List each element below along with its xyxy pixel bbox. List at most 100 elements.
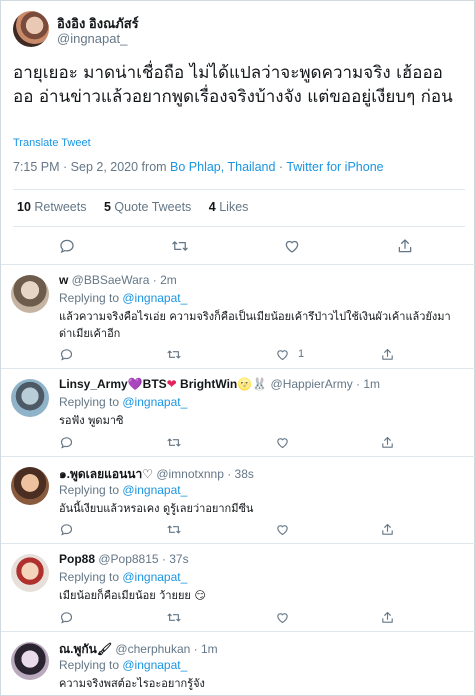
avatar[interactable]	[11, 467, 49, 505]
reply-header: w @BBSaeWara · 2m	[59, 273, 177, 287]
replying-to: Replying to @ingnapat_	[59, 570, 187, 584]
replying-to-label: Replying to	[59, 570, 123, 584]
divider	[1, 368, 475, 369]
reply-button[interactable]	[59, 520, 74, 538]
retweet-icon	[167, 350, 181, 358]
name-text: Linsy_Army	[59, 377, 128, 391]
avatar[interactable]	[11, 642, 49, 680]
replying-to-label: Replying to	[59, 395, 123, 409]
tweet-time[interactable]: 7:15 PM · Sep 2, 2020 from	[13, 160, 170, 174]
replying-to-handle[interactable]: @ingnapat_	[122, 658, 187, 672]
retweet-button[interactable]	[166, 608, 182, 626]
divider	[1, 456, 475, 457]
avatar[interactable]	[11, 554, 49, 592]
share-button[interactable]	[380, 433, 395, 451]
quotes-stat[interactable]: 5 Quote Tweets	[104, 200, 191, 214]
replying-to-handle[interactable]: @ingnapat_	[122, 483, 187, 497]
retweet-icon	[167, 613, 181, 621]
retweets-stat[interactable]: 10 Retweets	[17, 200, 87, 214]
reply-author-name[interactable]: ณ.พูกัน🖌	[59, 642, 112, 656]
retweet-button[interactable]	[166, 345, 182, 363]
avatar[interactable]	[13, 11, 49, 47]
translate-tweet-link[interactable]: Translate Tweet	[13, 137, 91, 149]
reply-author-handle[interactable]: @HappierArmy · 1m	[267, 377, 381, 391]
reply-icon	[60, 523, 73, 536]
reply-button[interactable]	[59, 608, 74, 626]
replying-to: Replying to @ingnapat_	[59, 658, 187, 672]
like-button[interactable]: 1	[275, 345, 304, 363]
smirk-face-icon: 😏	[190, 589, 206, 602]
reply-text-body: เมียน้อยก็คือเมียน้อย ว้ายยย	[59, 589, 191, 602]
reply-header: Linsy_Army💜BTS❤ BrightWin🌝🐰 @HappierArmy…	[59, 377, 380, 391]
heart-icon	[277, 612, 288, 623]
reply-text: แล้วความจริงคือไรเอ่ย ความจริงก็คือเป็นเ…	[59, 310, 451, 340]
quotes-count: 5	[103, 200, 111, 214]
quotes-label: Quote Tweets	[110, 200, 192, 214]
replying-to-handle[interactable]: @ingnapat_	[122, 395, 187, 409]
red-heart-icon: ❤	[166, 377, 177, 391]
reply-action-bar: 1	[1, 345, 475, 365]
reply-text: เมียน้อยก็คือเมียน้อย ว้ายยย 😏	[59, 587, 459, 604]
paintbrush-icon: 🖌	[96, 642, 113, 656]
share-button[interactable]	[380, 345, 395, 363]
replying-to: Replying to @ingnapat_	[59, 395, 187, 409]
meta-separator: ·	[275, 160, 287, 174]
tweet-client-link[interactable]: Twitter for iPhone	[286, 160, 383, 174]
reply-button[interactable]	[59, 345, 74, 363]
reply-author-handle[interactable]: @Pop8815 · 37s	[95, 552, 188, 566]
share-button[interactable]	[380, 520, 395, 538]
retweets-count: 10	[17, 200, 31, 214]
reply-author-name[interactable]: Pop88	[59, 552, 95, 566]
tweet-detail-panel: อิงอิง อิงณภัสร์ @ingnapat_ อายุเยอะ มาด…	[0, 0, 475, 696]
reply-author-name[interactable]: Linsy_Army💜BTS❤ BrightWin🌝🐰	[59, 377, 267, 391]
like-button[interactable]	[275, 608, 290, 626]
name-text: ณ.พูกัน	[59, 642, 97, 656]
reply-button[interactable]	[59, 433, 74, 451]
reply-icon	[60, 348, 73, 361]
replying-to: Replying to @ingnapat_	[59, 483, 187, 497]
likes-count: 4	[208, 200, 216, 214]
reply-button[interactable]	[58, 237, 76, 255]
replying-to-label: Replying to	[59, 658, 123, 672]
avatar[interactable]	[11, 275, 49, 313]
share-icon	[382, 436, 393, 448]
share-icon	[382, 523, 393, 535]
retweet-button[interactable]	[166, 433, 182, 451]
reply-action-bar	[1, 608, 475, 628]
reply-action-bar	[1, 433, 475, 453]
reply-text: ความจริงพสต์อะไรอะอยากรู้จัง	[59, 677, 205, 690]
avatar[interactable]	[11, 379, 49, 417]
heart-icon	[277, 524, 288, 535]
tweet-location-link[interactable]: Bo Phlap, Thailand	[170, 160, 275, 174]
replying-to-handle[interactable]: @ingnapat_	[122, 570, 187, 584]
name-text: BTS	[142, 377, 167, 391]
replying-to-label: Replying to	[59, 483, 123, 497]
reply-header: ๑.พูดเลยแอนนา♡ @imnotxnnp · 38s	[59, 465, 254, 484]
share-icon	[382, 611, 393, 623]
like-button[interactable]	[283, 237, 301, 255]
like-button[interactable]	[275, 520, 290, 538]
tweet-action-bar	[1, 237, 475, 257]
share-icon	[398, 239, 412, 253]
name-text: BrightWin	[176, 377, 238, 391]
like-button[interactable]	[275, 433, 290, 451]
author-handle[interactable]: @ingnapat_	[57, 31, 127, 46]
replying-to-handle[interactable]: @ingnapat_	[122, 291, 187, 305]
reply-icon	[60, 611, 73, 624]
reply-author-handle[interactable]: @cherphukan · 1m	[112, 642, 217, 656]
share-button[interactable]	[396, 237, 414, 255]
reply-author-name[interactable]: w	[59, 273, 68, 287]
reply-author-handle[interactable]: @BBSaeWara · 2m	[68, 273, 177, 287]
divider	[1, 264, 475, 265]
share-button[interactable]	[380, 608, 395, 626]
reply-author-handle[interactable]: @imnotxnnp · 38s	[153, 467, 254, 481]
retweet-button[interactable]	[170, 237, 190, 255]
likes-stat[interactable]: 4 Likes	[209, 200, 249, 214]
retweet-button[interactable]	[166, 520, 182, 538]
retweet-icon	[167, 438, 181, 446]
reply-icon	[60, 436, 73, 449]
reply-header: ณ.พูกัน🖌 @cherphukan · 1m	[59, 640, 218, 659]
reply-tweet[interactable]: ณ.พูกัน🖌 @cherphukan · 1m Replying to @i…	[1, 636, 475, 696]
reply-author-name[interactable]: ๑.พูดเลยแอนนา♡	[59, 467, 153, 481]
rabbit-icon: 🐰	[252, 377, 268, 391]
